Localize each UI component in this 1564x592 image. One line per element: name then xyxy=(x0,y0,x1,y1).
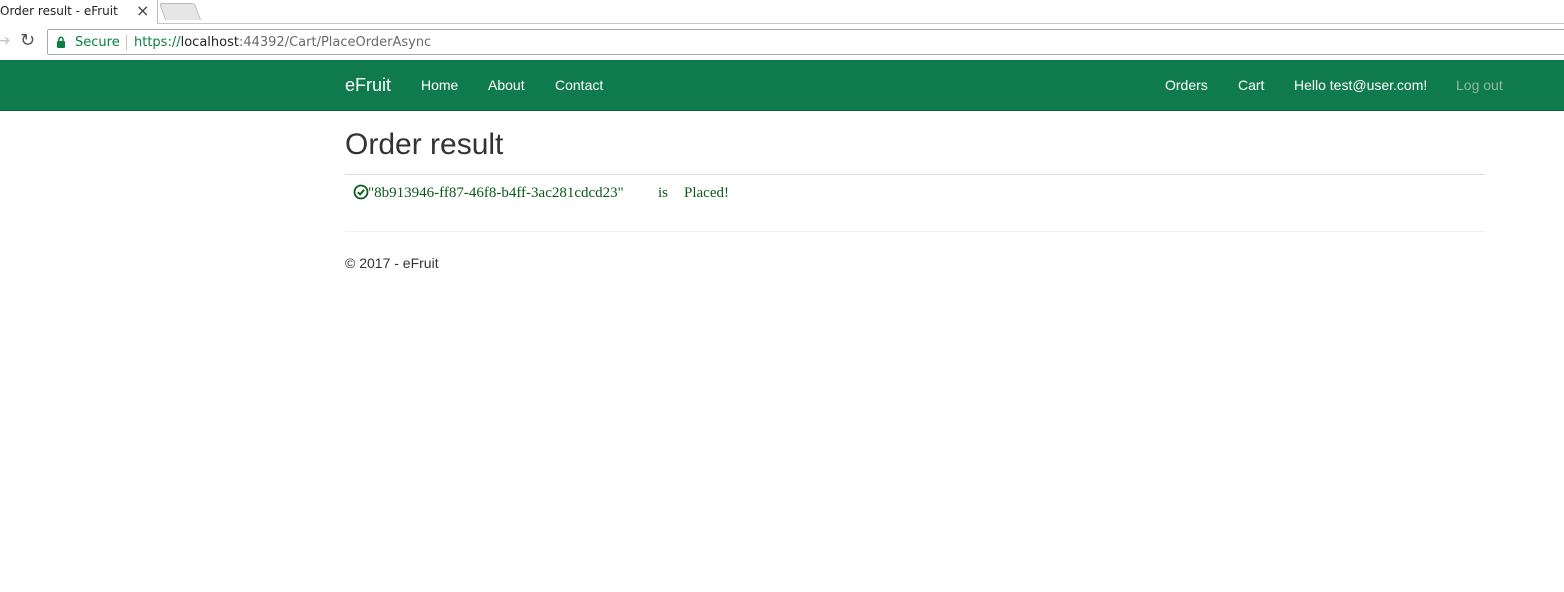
order-id: "8b913946-ff87-46f8-b4ff-3ac281cdcd23" xyxy=(368,185,624,201)
nav-cart[interactable]: Cart xyxy=(1238,77,1264,93)
brand-link[interactable]: eFruit xyxy=(345,75,391,96)
new-tab-button[interactable] xyxy=(158,3,202,20)
secure-label: Secure xyxy=(75,35,120,50)
site-navbar: eFruit Home About Contact Orders Cart He… xyxy=(0,60,1564,111)
browser-toolbar: → ↻ Secure https://localhost:44392/Cart/… xyxy=(0,24,1564,60)
url-path: :44392/Cart/PlaceOrderAsync xyxy=(238,35,432,50)
lock-icon xyxy=(57,36,65,48)
check-circle-icon xyxy=(353,184,369,200)
order-status: Placed! xyxy=(684,185,729,201)
nav-contact[interactable]: Contact xyxy=(555,77,603,93)
tab-title: Order result - eFruit xyxy=(0,4,118,18)
nav-home[interactable]: Home xyxy=(421,77,458,93)
footer-copyright: © 2017 - eFruit xyxy=(345,255,439,271)
address-divider xyxy=(126,35,127,50)
nav-about[interactable]: About xyxy=(488,77,525,93)
browser-tab-strip: Order result - eFruit × xyxy=(0,0,1564,24)
footer-divider xyxy=(345,231,1485,232)
address-bar[interactable]: Secure https://localhost:44392/Cart/Plac… xyxy=(47,29,1564,55)
nav-logout[interactable]: Log out xyxy=(1456,77,1503,93)
reload-icon[interactable]: ↻ xyxy=(20,30,35,51)
forward-arrow-icon[interactable]: → xyxy=(0,31,10,51)
nav-user-greeting[interactable]: Hello test@user.com! xyxy=(1294,77,1427,93)
title-divider xyxy=(345,174,1485,175)
order-is-text: is xyxy=(658,185,669,201)
close-tab-icon[interactable]: × xyxy=(136,1,149,21)
browser-tab[interactable]: Order result - eFruit × xyxy=(0,0,158,24)
url-text[interactable]: https://localhost:44392/Cart/PlaceOrderA… xyxy=(134,35,431,50)
url-scheme: https:// xyxy=(134,35,181,50)
page-title: Order result xyxy=(345,128,504,161)
url-host: localhost xyxy=(180,35,239,50)
nav-orders[interactable]: Orders xyxy=(1165,77,1208,93)
